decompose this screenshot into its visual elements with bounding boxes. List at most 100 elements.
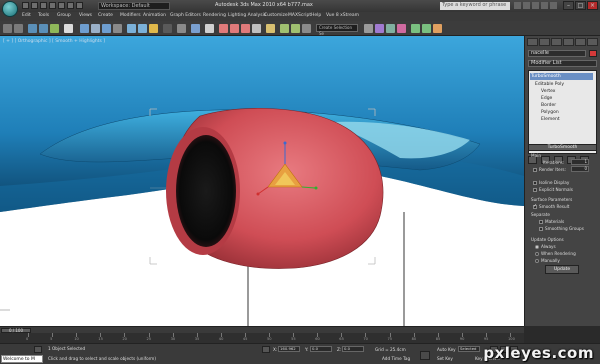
search-input[interactable]: Type a keyword or phrase [440,2,510,10]
redo-tool-icon[interactable] [14,24,23,33]
viewport-label[interactable]: [ + ] [ Orthographic ] [ Smooth + Highli… [3,39,105,44]
subscription-icon[interactable] [523,2,530,9]
help-icon[interactable] [550,2,557,9]
rollout-turbosmooth[interactable]: TurboSmooth [528,144,597,151]
stack-item-polygon[interactable]: Polygon [541,109,559,116]
open-file-icon[interactable] [31,2,38,9]
menu-graph-editors[interactable]: Graph Editors [170,13,201,18]
modify-tab-icon[interactable] [539,38,550,46]
selection-filter-icon[interactable] [64,24,73,33]
rendered-frame-icon[interactable] [422,24,431,33]
schematic-view-icon[interactable] [386,24,395,33]
motion-tab-icon[interactable] [563,38,574,46]
track-bar[interactable]: 0 5 10 15 20 25 30 35 40 45 50 55 60 65 70 75 80 85 90 95 10… [0,333,524,343]
menu-rendering[interactable]: Rendering [203,13,226,18]
stack-item-edge[interactable]: Edge [541,95,552,102]
display-tab-icon[interactable] [575,38,586,46]
bind-space-warp-icon[interactable] [50,24,59,33]
menu-group[interactable]: Group [57,13,71,18]
selected-dropdown[interactable]: Selected [458,346,480,352]
z-coordinate-field[interactable]: 0.0 [342,346,364,352]
region-select-icon[interactable] [102,24,111,33]
communication-icon[interactable] [532,2,539,9]
absolute-mode-icon[interactable] [262,346,270,353]
edit-named-sets-icon[interactable] [266,24,275,33]
modifier-list-dropdown[interactable]: Modifier List [528,60,597,67]
material-editor-icon[interactable] [397,24,406,33]
object-color-swatch[interactable] [589,50,597,57]
menu-customize[interactable]: Customize [264,13,288,18]
pivot-center-icon[interactable] [177,24,186,33]
curve-editor-icon[interactable] [375,24,384,33]
layer-manager-icon[interactable] [302,24,311,33]
smooth-result-checkbox[interactable] [533,203,537,209]
auto-key-button[interactable]: Auto Key [437,347,456,352]
smoothing-groups-checkbox[interactable] [539,227,543,231]
stack-item-vertex[interactable]: Vertex [541,88,555,95]
save-file-icon[interactable] [40,2,47,9]
key-icon[interactable] [420,351,430,360]
fetch-icon[interactable] [76,2,83,9]
explicit-normals-checkbox[interactable] [533,188,537,192]
app-logo-icon[interactable] [2,1,18,17]
menu-create[interactable]: Create [98,13,113,18]
menu-tools[interactable]: Tools [38,13,49,18]
add-time-tag[interactable]: Add Time Tag [382,356,410,361]
menu-views[interactable]: Views [79,13,92,18]
render-iters-checkbox[interactable] [533,168,537,172]
menu-animation[interactable]: Animation [143,13,166,18]
select-object-icon[interactable] [80,24,89,33]
menu-modifiers[interactable]: Modifiers [120,13,141,18]
materials-checkbox[interactable] [539,220,543,224]
selection-lock-icon[interactable] [34,346,42,353]
workspace-selector[interactable]: Workspace: Default [98,2,170,10]
iterations-spinner[interactable]: 1 [571,159,589,165]
viewport-perspective[interactable]: [ + ] [ Orthographic ] [ Smooth + Highli… [0,36,524,326]
undo-icon[interactable] [49,2,56,9]
stack-item-border[interactable]: Border [541,102,556,109]
percent-snap-icon[interactable] [241,24,250,33]
select-manipulate-icon[interactable] [191,24,200,33]
isoline-display-checkbox[interactable] [533,181,537,185]
select-link-icon[interactable] [28,24,37,33]
new-file-icon[interactable] [22,2,29,9]
time-slider[interactable]: 0 / 100 [0,326,524,333]
stack-item-element[interactable]: Element [541,116,560,123]
stack-item-editable-poly[interactable]: Editable Poly [535,81,564,88]
snaps-toggle-icon[interactable] [219,24,228,33]
unlink-icon[interactable] [39,24,48,33]
maximize-button[interactable]: □ [575,1,586,10]
x-coordinate-field[interactable]: 160.962 [278,346,300,352]
graphite-toggle-icon[interactable] [364,24,373,33]
create-tab-icon[interactable] [527,38,538,46]
render-iters-spinner[interactable]: 0 [571,166,589,172]
menu-lighting-analysis[interactable]: Lighting Analysis [228,13,266,18]
minimize-button[interactable]: – [563,1,574,10]
hierarchy-tab-icon[interactable] [551,38,562,46]
angle-snap-icon[interactable] [230,24,239,33]
star-icon[interactable] [541,2,548,9]
mirror-icon[interactable] [280,24,289,33]
menu-vue-xstream[interactable]: Vue 8 xStream [326,13,359,18]
stack-item-turbosmooth[interactable]: TurboSmooth [530,73,593,80]
render-production-icon[interactable] [433,24,442,33]
maxscript-listener[interactable]: Welcome to M [1,355,43,363]
undo-tool-icon[interactable] [3,24,12,33]
manually-radio[interactable] [535,259,539,263]
utilities-tab-icon[interactable] [587,38,598,46]
align-icon[interactable] [291,24,300,33]
window-crossing-icon[interactable] [113,24,122,33]
scale-icon[interactable] [149,24,158,33]
when-rendering-radio[interactable] [535,252,539,256]
menu-edit[interactable]: Edit [22,13,31,18]
set-key-button[interactable]: Set Key [437,356,453,361]
reference-coord-icon[interactable] [163,24,172,33]
spinner-snap-icon[interactable] [252,24,261,33]
menu-help[interactable]: Help [311,13,321,18]
keyboard-shortcut-icon[interactable] [205,24,214,33]
menu-maxscript[interactable]: MAXScript [288,13,311,18]
select-by-name-icon[interactable] [91,24,100,33]
always-radio[interactable] [535,245,539,249]
redo-icon[interactable] [58,2,65,9]
move-icon[interactable] [127,24,136,33]
